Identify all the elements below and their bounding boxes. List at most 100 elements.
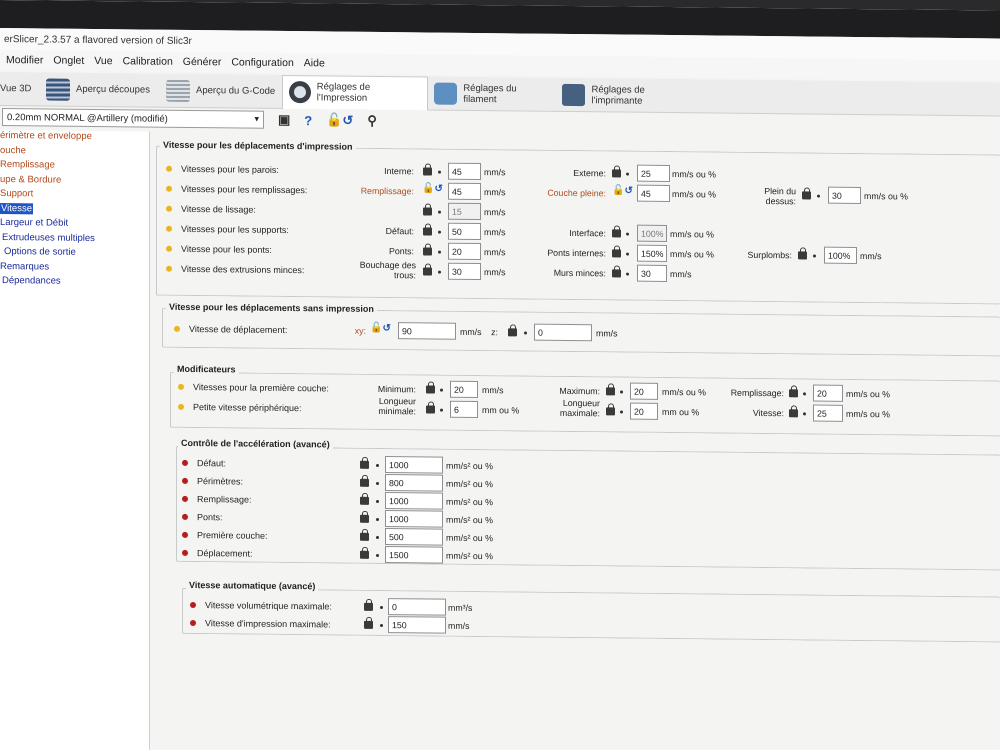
lock-icon[interactable]: [423, 267, 432, 276]
internal-bridge-speed-input[interactable]: 150%: [637, 244, 667, 262]
lock-icon[interactable]: [612, 249, 621, 258]
lock-icon[interactable]: [360, 550, 369, 559]
accel-infill-input[interactable]: 1000: [385, 492, 443, 510]
lock-icon[interactable]: [789, 389, 798, 398]
preset-select[interactable]: 0.20mm NORMAL @Artillery (modifié) ▾: [2, 108, 264, 129]
menu-calibration[interactable]: Calibration: [123, 55, 173, 72]
lock-icon[interactable]: [798, 251, 807, 260]
lock-icon[interactable]: [789, 409, 798, 418]
support-speed-input[interactable]: 50: [448, 222, 481, 241]
sidebar-item-multiple-extruders[interactable]: Extrudeuses multiples: [0, 232, 149, 248]
tab-print-settings[interactable]: Réglages de l'Impression: [282, 74, 428, 110]
help-button[interactable]: ?: [304, 113, 312, 128]
lock-icon[interactable]: [423, 167, 432, 176]
internal-wall-speed-input[interactable]: 45: [448, 162, 481, 181]
tab-filament-settings[interactable]: Réglages du filament: [428, 78, 556, 109]
search-icon[interactable]: ⚲: [367, 113, 377, 129]
accel-travel-input[interactable]: 1500: [385, 546, 443, 564]
bullet-icon: [438, 230, 441, 234]
lock-icon[interactable]: [612, 269, 621, 278]
lock-icon[interactable]: [423, 247, 432, 256]
accel-default-row: Défaut:: [182, 454, 226, 472]
ironing-speed-input[interactable]: 15: [448, 202, 481, 221]
lock-icon[interactable]: [360, 478, 369, 487]
max-length-input[interactable]: 20: [630, 402, 658, 420]
lock-icon[interactable]: [423, 207, 432, 216]
sidebar-item-support[interactable]: Support: [0, 188, 149, 204]
menu-onglet[interactable]: Onglet: [53, 55, 84, 71]
lock-icon[interactable]: [606, 407, 615, 416]
simple-mode-icon: [178, 383, 184, 390]
lock-icon[interactable]: [364, 602, 373, 611]
unlock-reset-icon[interactable]: 🔓↺: [422, 183, 443, 194]
max-print-speed-unit: mm/s: [448, 620, 470, 631]
lock-icon[interactable]: [360, 532, 369, 541]
accel-perimeters-input[interactable]: 800: [385, 474, 443, 492]
lock-icon[interactable]: [612, 229, 621, 238]
sidebar-item-width-flow[interactable]: Largeur et Débit: [0, 217, 149, 233]
lock-icon[interactable]: [360, 460, 369, 469]
compare-icon[interactable]: 🔓↺: [326, 112, 353, 128]
lock-icon[interactable]: [426, 405, 435, 414]
lock-icon[interactable]: [360, 514, 369, 523]
travel-z-speed-input[interactable]: 0: [534, 323, 592, 342]
first-layer-infill-input[interactable]: 20: [813, 384, 843, 402]
bullet-icon: [438, 170, 441, 174]
menu-modifier[interactable]: Modifier: [6, 54, 43, 70]
menu-configuration[interactable]: Configuration: [231, 56, 293, 73]
max-print-speed-input[interactable]: 150: [388, 616, 446, 634]
accel-first-layer-label: Première couche:: [197, 530, 268, 541]
support-interface-speed-input[interactable]: 100%: [637, 224, 667, 242]
small-perimeter-speed-input[interactable]: 25: [813, 404, 843, 422]
menu-generer[interactable]: Générer: [183, 56, 222, 72]
sidebar-item-skirt-brim[interactable]: upe & Bordure: [0, 174, 149, 190]
overhang-speed-input[interactable]: 100%: [824, 246, 857, 264]
lock-icon[interactable]: [508, 328, 517, 337]
sidebar-item-infill[interactable]: Remplissage: [0, 159, 149, 175]
sidebar-item-notes[interactable]: Remarques: [0, 261, 149, 277]
max-volumetric-speed-input[interactable]: 0: [388, 598, 446, 616]
gap-fill-speed-input[interactable]: 30: [448, 262, 481, 281]
sidebar-item-speed[interactable]: Vitesse: [0, 202, 149, 219]
lock-icon[interactable]: [423, 227, 432, 236]
lock-icon[interactable]: [802, 191, 811, 200]
travel-xy-speed-input[interactable]: 90: [398, 322, 456, 340]
thin-walls-speed-input[interactable]: 30: [637, 264, 667, 282]
sidebar-item-dependencies[interactable]: Dépendances: [0, 275, 149, 291]
lock-icon[interactable]: [612, 169, 621, 178]
max-volumetric-speed-row: Vitesse volumétrique maximale:: [190, 596, 332, 615]
accel-first-layer-input[interactable]: 500: [385, 528, 443, 546]
settings-panel: Vitesse pour les déplacements d'impressi…: [152, 132, 1000, 750]
tab-slice-preview[interactable]: Aperçu découpes: [40, 74, 160, 105]
accel-travel-unit: mm/s² ou %: [446, 550, 493, 562]
tab-printer-settings[interactable]: Réglages de l'imprimante: [556, 79, 702, 111]
lock-icon[interactable]: [426, 385, 435, 394]
save-icon[interactable]: ▣: [278, 112, 290, 128]
accel-bridges-input[interactable]: 1000: [385, 510, 443, 528]
min-length-input[interactable]: 6: [450, 400, 478, 419]
unlock-reset-icon[interactable]: 🔓↺: [612, 185, 633, 196]
bridge-speed-row: Vitesse pour les ponts:: [166, 240, 272, 259]
menu-aide[interactable]: Aide: [304, 57, 325, 73]
lock-icon[interactable]: [606, 387, 615, 396]
infill-unit: mm/s: [484, 187, 506, 198]
top-solid-speed-input[interactable]: 30: [828, 186, 861, 205]
lock-icon[interactable]: [360, 496, 369, 505]
layers-icon: [46, 77, 70, 101]
infill-speed-input[interactable]: 45: [448, 182, 481, 201]
bridge-speed-input[interactable]: 20: [448, 242, 481, 261]
lock-icon[interactable]: [364, 620, 373, 629]
solid-infill-speed-input[interactable]: 45: [637, 184, 670, 203]
external-wall-speed-input[interactable]: 25: [637, 164, 670, 183]
sidebar-item-output-options[interactable]: Options de sortie: [0, 246, 149, 262]
tab-3d-view[interactable]: Vue 3D: [0, 74, 40, 104]
sidebar-item-layers[interactable]: ouche: [0, 145, 149, 161]
menu-vue[interactable]: Vue: [94, 55, 112, 71]
unlock-reset-icon[interactable]: 🔓↺: [370, 323, 391, 334]
sidebar-item-perimeters[interactable]: érimètre et enveloppe: [0, 130, 149, 146]
tab-gcode-preview[interactable]: Aperçu du G-Code: [160, 75, 282, 106]
accel-default-input[interactable]: 1000: [385, 456, 443, 474]
accel-travel-label: Déplacement:: [197, 548, 253, 559]
first-layer-max-input[interactable]: 20: [630, 382, 658, 400]
first-layer-min-input[interactable]: 20: [450, 380, 478, 399]
